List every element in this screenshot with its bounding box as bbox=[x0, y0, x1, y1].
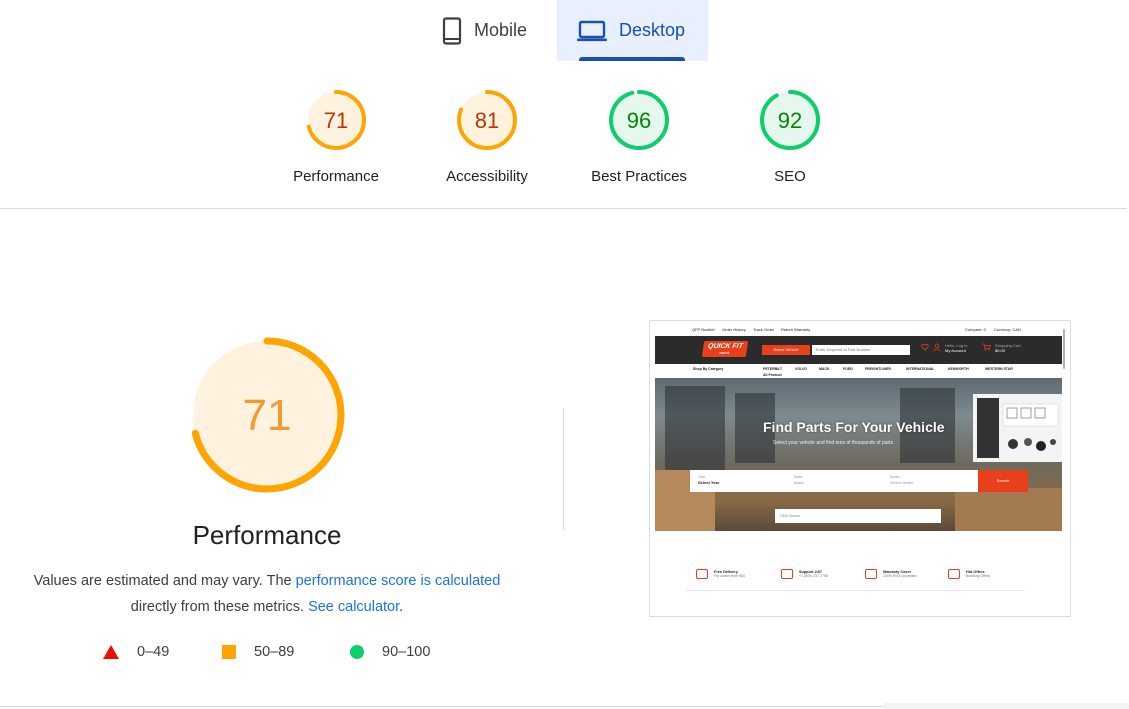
gauge-label: SEO bbox=[774, 168, 806, 185]
legend-range: 0–49 bbox=[137, 644, 170, 660]
gauge-label: Performance bbox=[293, 168, 379, 185]
final-screenshot-thumbnail[interactable]: QFP Booklet Order History Track Order Re… bbox=[649, 320, 1071, 617]
legend-range: 50–89 bbox=[254, 644, 295, 660]
site-top-links: QFP Booklet Order History Track Order Re… bbox=[650, 321, 1062, 337]
performance-description: Values are estimated and may vary. The p… bbox=[30, 568, 504, 620]
site-hero: Find Parts For Your Vehicle Select your … bbox=[655, 378, 1062, 531]
performance-score: 71 bbox=[243, 391, 292, 440]
svg-text:92: 92 bbox=[778, 108, 802, 133]
svg-text:71: 71 bbox=[324, 108, 348, 133]
score-legend: 0–49 50–89 90–100 bbox=[0, 644, 534, 664]
bottom-strip bbox=[884, 703, 1129, 709]
section-divider-bottom bbox=[0, 706, 884, 707]
legend-average: 50–89 bbox=[222, 644, 294, 660]
feature-support: Support 24/7 +1 (800) 237-7756 bbox=[781, 569, 828, 579]
hero-box bbox=[955, 488, 1062, 531]
legend-pass: 90–100 bbox=[350, 644, 430, 660]
site-select-vehicle: Select Vehicle bbox=[762, 345, 810, 355]
legend-range: 90–100 bbox=[382, 644, 431, 660]
site-search: Enter Keyword or Part Number bbox=[812, 345, 910, 355]
gauge-ring: 92 bbox=[760, 90, 820, 150]
cart-icon bbox=[982, 343, 991, 352]
site-nav-item: INTERNATIONAL bbox=[906, 367, 935, 371]
vehicle-search-form: Year Select Year Make Make Model Select Mod… bbox=[690, 470, 1028, 492]
tab-desktop[interactable]: Desktop bbox=[557, 0, 708, 61]
performance-gauge-large: 71 bbox=[189, 337, 345, 493]
site-compare: Compare: 0 bbox=[965, 327, 986, 332]
site-nav-item: KENWORTH bbox=[948, 367, 969, 371]
gauge-label: Accessibility bbox=[446, 168, 528, 185]
hero-subtitle: Select your vehicle and find tens of tho… bbox=[773, 440, 894, 446]
performance-title: Performance bbox=[192, 520, 342, 550]
feature-divider bbox=[685, 590, 1025, 591]
tab-mobile[interactable]: Mobile bbox=[430, 0, 554, 61]
year-field: Year Select Year bbox=[698, 475, 720, 485]
see-calculator-link[interactable]: See calculator bbox=[308, 599, 399, 615]
feature-delivery: Free Delivery For orders from $50 bbox=[696, 569, 745, 579]
heart-icon bbox=[921, 343, 929, 352]
hero-search-button: Search bbox=[978, 470, 1028, 492]
gauge-seo[interactable]: 92 SEO bbox=[715, 88, 865, 185]
gauge-ring: 71 bbox=[306, 90, 366, 150]
site-nav-item: PETERBILT bbox=[763, 367, 783, 371]
model-field: Model Select Model bbox=[890, 475, 914, 485]
gauge-ring: 96 bbox=[609, 90, 669, 150]
thumbnail-scrollbar bbox=[1063, 329, 1065, 369]
svg-text:96: 96 bbox=[627, 108, 651, 133]
mobile-phone-icon bbox=[442, 16, 462, 45]
make-field: Make Make bbox=[794, 475, 804, 485]
site-nav-item: All Product bbox=[763, 373, 782, 377]
red-triangle-icon bbox=[103, 645, 119, 659]
site-nav-category: Shop By Category bbox=[693, 367, 724, 371]
site-account: Hello, Log In My Account bbox=[945, 343, 968, 353]
desc-text: Values are estimated and may vary. The bbox=[33, 573, 296, 589]
user-icon bbox=[933, 343, 941, 353]
truck-icon bbox=[696, 569, 708, 579]
site-nav-item: FREIGHTLINER bbox=[865, 367, 891, 371]
section-divider bbox=[0, 208, 1127, 209]
hero-shelf bbox=[665, 386, 725, 471]
site-cart: Shopping Cart $0.00 bbox=[995, 343, 1021, 353]
performance-score-link[interactable]: performance score is calculated bbox=[296, 573, 501, 589]
site-logo: QUICK FIT PARTS bbox=[701, 341, 749, 357]
site-link: Order History bbox=[722, 327, 746, 332]
gauge-performance[interactable]: 71 Performance bbox=[261, 88, 411, 185]
gauge-best-practices[interactable]: 96 Best Practices bbox=[564, 88, 714, 185]
legend-fail: 0–49 bbox=[103, 644, 169, 660]
green-circle-icon bbox=[350, 645, 364, 659]
site-link: Return Warranty bbox=[781, 327, 811, 332]
site-nav-item: MACK bbox=[819, 367, 830, 371]
laptop-icon bbox=[577, 20, 607, 42]
feature-warranty: Warranty Cover 100% RISK Accepted bbox=[865, 569, 916, 579]
site-nav-item: VOLVO bbox=[795, 367, 807, 371]
desc-text: . bbox=[399, 599, 404, 615]
shield-icon bbox=[865, 569, 877, 579]
headset-icon bbox=[781, 569, 793, 579]
site-nav-item: FORD bbox=[843, 367, 853, 371]
hero-product-image bbox=[973, 394, 1062, 462]
tab-mobile-label: Mobile bbox=[474, 20, 528, 40]
tag-icon bbox=[948, 569, 960, 579]
vertical-divider bbox=[563, 408, 564, 530]
feature-offers: Hot Offers Bundling Offers bbox=[948, 569, 990, 579]
category-gauges: 71 Performance 81 Accessibility 96 Best … bbox=[0, 88, 1129, 198]
site-currency: Currency: CAD bbox=[994, 327, 1021, 332]
svg-text:81: 81 bbox=[475, 108, 499, 133]
site-header: QUICK FIT PARTS Select Vehicle Enter Keyw… bbox=[655, 336, 1062, 364]
hero-title: Find Parts For Your Vehicle bbox=[763, 419, 945, 435]
site-link: QFP Booklet bbox=[692, 327, 715, 332]
orange-square-icon bbox=[222, 645, 236, 659]
gauge-accessibility[interactable]: 81 Accessibility bbox=[412, 88, 562, 185]
oem-search-field: OEM Search bbox=[775, 509, 941, 523]
gauge-label: Best Practices bbox=[591, 168, 687, 185]
site-link: Track Order bbox=[753, 327, 775, 332]
gauge-ring: 81 bbox=[457, 90, 517, 150]
active-tab-indicator bbox=[579, 57, 685, 61]
tab-desktop-label: Desktop bbox=[619, 20, 686, 40]
desc-text: directly from these metrics. bbox=[130, 599, 309, 615]
site-nav-item: WESTERN STAR bbox=[985, 367, 1013, 371]
site-nav: Shop By Category PETERBILT VOLVO MACK FO… bbox=[655, 364, 1062, 378]
device-tabs: Mobile Desktop bbox=[0, 0, 1129, 62]
